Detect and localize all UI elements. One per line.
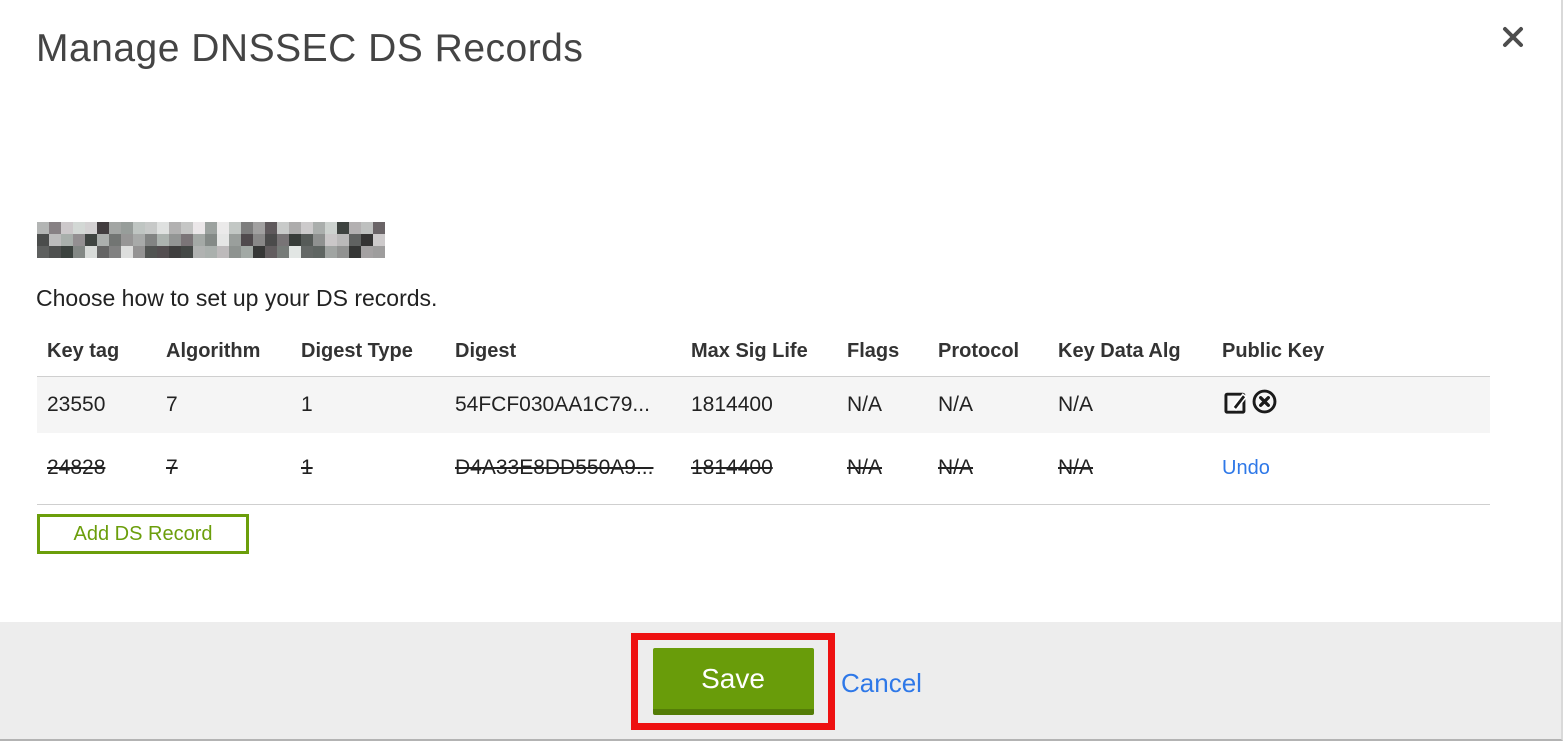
cell-algorithm: 7	[156, 433, 291, 505]
cell-algorithm: 7	[166, 392, 178, 416]
page-title: Manage DNSSEC DS Records	[36, 27, 584, 70]
cancel-link[interactable]: Cancel	[841, 668, 922, 699]
dialog-footer: Save Cancel	[0, 622, 1561, 739]
ds-records-table: Key tag Algorithm Digest Type Digest Max…	[37, 330, 1490, 505]
delete-circle-x-icon[interactable]	[1251, 388, 1278, 421]
cell-flags: N/A	[837, 433, 928, 505]
col-header-key-data-alg: Key Data Alg	[1048, 330, 1212, 377]
col-header-digest-type: Digest Type	[291, 330, 445, 377]
red-annotation-box: Save	[631, 633, 835, 730]
cell-protocol: N/A	[938, 392, 974, 416]
cell-digest: 54FCF030AA1C79...	[455, 392, 650, 416]
cell-max-sig-life: 1814400	[691, 392, 773, 416]
row-actions	[1212, 376, 1490, 433]
manage-dnssec-dialog: Manage DNSSEC DS Records Choose how to s…	[0, 0, 1563, 741]
cell-key-data-alg: N/A	[1048, 433, 1212, 505]
cell-key-tag: 23550	[47, 392, 106, 416]
cell-key-data-alg: N/A	[1058, 392, 1094, 416]
table-row-deleted: 24828 7 1 D4A33E8DD550A9... 1814400 N/A …	[37, 433, 1490, 505]
cell-digest: D4A33E8DD550A9...	[445, 433, 681, 505]
save-button[interactable]: Save	[652, 648, 814, 715]
ds-records-instruction: Choose how to set up your DS records.	[36, 285, 438, 311]
cell-key-tag: 24828	[37, 433, 156, 505]
table-row: 23550 7 1 54FCF030AA1C79... 1814400 N/A …	[37, 376, 1490, 433]
add-ds-record-button[interactable]: Add DS Record	[37, 514, 249, 554]
col-header-max-sig-life: Max Sig Life	[681, 330, 837, 377]
undo-link[interactable]: Undo	[1222, 457, 1273, 479]
col-header-digest: Digest	[445, 330, 681, 377]
col-header-public-key: Public Key	[1212, 330, 1490, 377]
cell-protocol: N/A	[928, 433, 1048, 505]
edit-icon[interactable]	[1222, 388, 1249, 421]
col-header-flags: Flags	[837, 330, 928, 377]
redacted-domain-name	[37, 222, 385, 258]
cell-digest-type: 1	[291, 433, 445, 505]
col-header-key-tag: Key tag	[37, 330, 156, 377]
cell-digest-type: 1	[301, 392, 313, 416]
col-header-protocol: Protocol	[928, 330, 1048, 377]
close-icon[interactable]	[1498, 22, 1528, 52]
cell-max-sig-life: 1814400	[681, 433, 837, 505]
cell-flags: N/A	[847, 392, 883, 416]
col-header-algorithm: Algorithm	[156, 330, 291, 377]
table-header-row: Key tag Algorithm Digest Type Digest Max…	[37, 330, 1490, 377]
row-actions: Undo	[1212, 433, 1490, 505]
